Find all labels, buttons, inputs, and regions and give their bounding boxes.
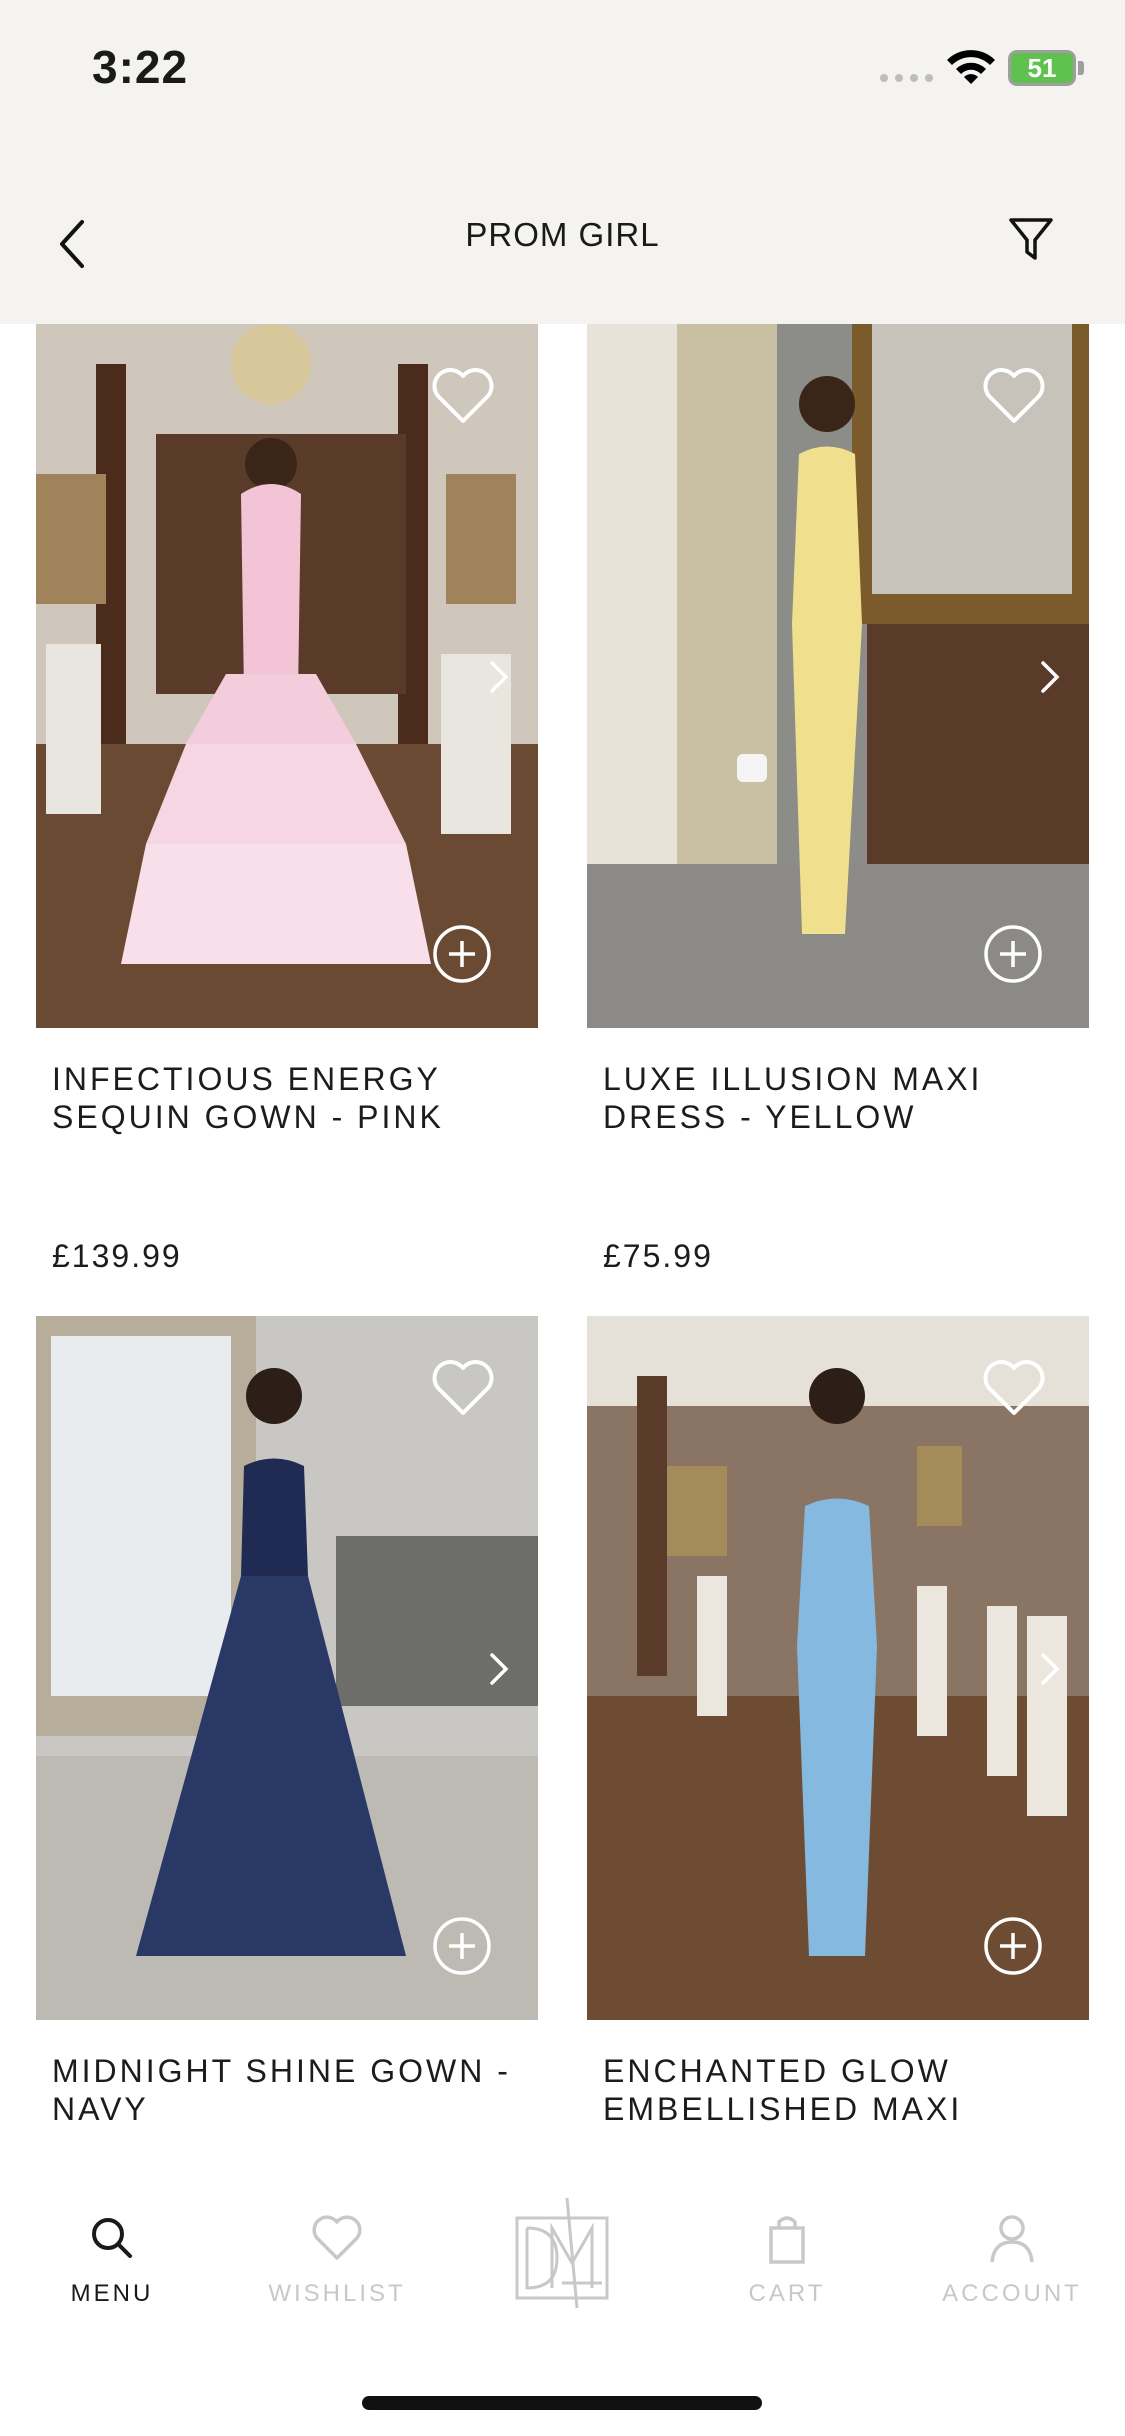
tab-wishlist[interactable]: WISHLIST xyxy=(237,2210,437,2308)
filter-icon[interactable] xyxy=(1006,212,1056,268)
tab-account-label: ACCOUNT xyxy=(942,2280,1082,2307)
search-icon xyxy=(92,2218,132,2258)
product-image[interactable] xyxy=(36,1316,538,2020)
home-indicator[interactable] xyxy=(362,2396,762,2410)
product-name[interactable]: MIDNIGHT SHINE GOWN - NAVY xyxy=(52,2052,522,2128)
next-image-chevron-icon[interactable] xyxy=(486,1651,512,1687)
tab-menu[interactable]: MENU xyxy=(12,2210,212,2308)
wishlist-heart-icon[interactable] xyxy=(981,366,1047,426)
page-title: PROM GIRL xyxy=(465,216,660,253)
product-price: £139.99 xyxy=(52,1238,182,1274)
tab-home-logo[interactable] xyxy=(462,2197,662,2318)
bottom-tab-bar: MENU WISHLIST CART ACCOUNT xyxy=(0,2160,1125,2436)
wishlist-heart-icon[interactable] xyxy=(430,1358,496,1418)
status-bar: 3:22 51 xyxy=(0,0,1125,130)
product-image[interactable] xyxy=(36,324,538,1028)
person-icon xyxy=(990,2215,1034,2263)
product-grid: INFECTIOUS ENERGY SEQUIN GOWN - PINK £13… xyxy=(0,324,1125,2160)
heart-icon xyxy=(312,2215,362,2260)
product-photo-blue-maxi xyxy=(587,1316,1089,2020)
wifi-icon xyxy=(947,50,995,84)
tab-menu-label: MENU xyxy=(70,2280,154,2307)
product-price: £75.99 xyxy=(603,1238,713,1274)
product-photo-pink-gown xyxy=(36,324,538,1028)
battery-level: 51 xyxy=(1027,53,1057,83)
quick-add-plus-icon[interactable] xyxy=(432,1916,492,1976)
product-photo-navy-gown xyxy=(36,1316,538,2020)
quick-add-plus-icon[interactable] xyxy=(983,1916,1043,1976)
tab-cart[interactable]: CART xyxy=(687,2210,887,2308)
product-name[interactable]: INFECTIOUS ENERGY SEQUIN GOWN - PINK xyxy=(52,1060,522,1136)
quick-add-plus-icon[interactable] xyxy=(432,924,492,984)
product-image[interactable] xyxy=(587,324,1089,1028)
product-photo-yellow-dress xyxy=(587,324,1089,1028)
tab-account[interactable]: ACCOUNT xyxy=(912,2210,1112,2308)
product-name[interactable]: LUXE ILLUSION MAXI DRESS - YELLOW xyxy=(603,1060,1073,1136)
status-time: 3:22 xyxy=(92,41,189,93)
top-nav-bar: PROM GIRL xyxy=(0,130,1125,324)
battery-tip xyxy=(1078,61,1084,75)
next-image-chevron-icon[interactable] xyxy=(1037,659,1063,695)
quick-add-plus-icon[interactable] xyxy=(983,924,1043,984)
next-image-chevron-icon[interactable] xyxy=(486,659,512,695)
shopping-bag-icon xyxy=(769,2216,805,2264)
product-image[interactable] xyxy=(587,1316,1089,2020)
next-image-chevron-icon[interactable] xyxy=(1037,1651,1063,1687)
tab-cart-label: CART xyxy=(748,2280,826,2307)
cell-signal-icon xyxy=(880,74,933,82)
dmz-logo xyxy=(515,2197,609,2309)
wishlist-heart-icon[interactable] xyxy=(430,366,496,426)
tab-wishlist-label: WISHLIST xyxy=(268,2280,406,2307)
product-name[interactable]: ENCHANTED GLOW EMBELLISHED MAXI xyxy=(603,2052,1073,2128)
wishlist-heart-icon[interactable] xyxy=(981,1358,1047,1418)
battery-icon: 51 xyxy=(1008,50,1076,86)
